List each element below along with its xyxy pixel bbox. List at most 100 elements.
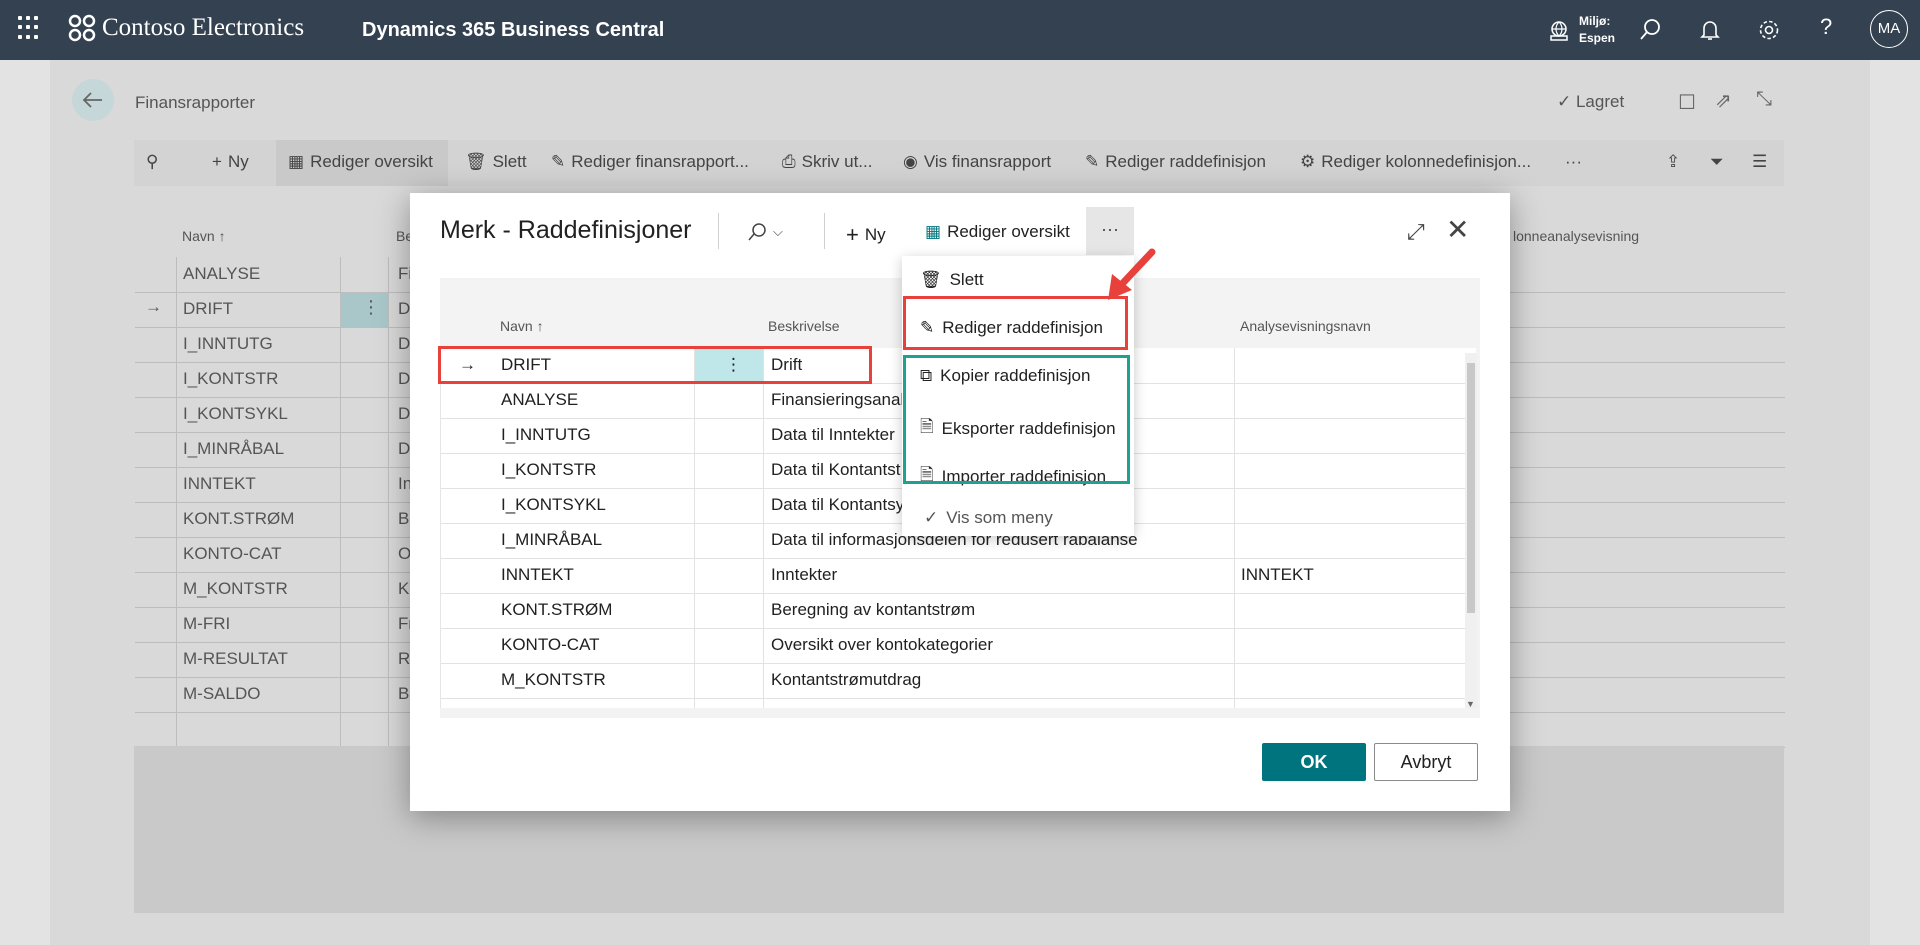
bell-icon[interactable] — [1698, 18, 1722, 42]
page-more-button[interactable]: ··· — [1565, 152, 1582, 172]
close-icon[interactable]: ✕ — [1446, 213, 1469, 246]
dialog-row-name: I_KONTSTR — [501, 460, 597, 479]
dialog-row-desc: Data til Kontantst — [771, 460, 901, 479]
help-icon[interactable]: ? — [1820, 14, 1832, 40]
menu-item-show-as-menu[interactable]: ✓ Vis som meny — [924, 508, 1053, 528]
dialog-row-desc: Data til Kontantsy — [771, 495, 905, 514]
page-edit-row-def-button[interactable]: ✎ Rediger raddefinisjon — [1085, 152, 1266, 172]
bookmark-icon[interactable]: ☐ — [1678, 90, 1696, 115]
environment-name: Espen — [1579, 31, 1616, 45]
avatar[interactable]: MA — [1870, 10, 1908, 48]
contoso-logo-icon — [68, 14, 96, 42]
pencil-icon: ✎ — [1085, 152, 1100, 171]
page-row-desc: D — [398, 439, 411, 458]
dialog-table-row[interactable]: M_KONTSTR Kontantstrømutdrag — [441, 663, 1476, 699]
search-icon — [748, 223, 766, 241]
environment-label[interactable]: Miljø: Espen — [1579, 13, 1615, 47]
dialog-table-row[interactable]: KONT.STRØM Beregning av kontantstrøm — [441, 593, 1476, 629]
dialog-row-name: I_INNTUTG — [501, 425, 591, 444]
dialog-col-desc[interactable]: Beskrivelse — [768, 318, 840, 334]
dialog-table-row[interactable]: INNTEKT Inntekter INNTEKT — [441, 558, 1476, 594]
eye-icon: ◉ — [903, 152, 918, 171]
dialog-edit-list-button[interactable]: ▦ Rediger oversikt — [925, 222, 1070, 242]
dialog-table-row[interactable]: KONTO-CAT Oversikt over kontokategorier — [441, 628, 1476, 664]
printer-icon: ⎙ — [782, 152, 796, 171]
page-row-name: I_MINRÅBAL — [183, 439, 285, 458]
page-col-name[interactable]: Navn ↑ — [182, 228, 226, 244]
top-bar: Contoso Electronics Dynamics 365 Busines… — [0, 0, 1920, 60]
page-edit-list-button[interactable]: ▦ Rediger oversikt — [288, 152, 433, 172]
dialog-row-name: KONTO-CAT — [501, 635, 600, 654]
page-search-icon[interactable]: ⚲ — [146, 152, 158, 172]
company-logo[interactable]: Contoso Electronics — [68, 14, 304, 42]
menu-item-delete[interactable]: 🗑 Slett — [920, 270, 984, 290]
page-edit-col-def-button[interactable]: ⚙ Rediger kolonnedefinisjon... — [1300, 152, 1531, 172]
saved-label: Lagret — [1575, 92, 1625, 111]
dialog-scrollbar-thumb[interactable] — [1467, 363, 1475, 613]
ok-button[interactable]: OK — [1262, 743, 1366, 781]
dialog-row-name: M_KONTSTR — [501, 670, 606, 689]
page-view-report-label: Vis finansrapport — [923, 152, 1052, 171]
page-print-button[interactable]: ⎙ Skriv ut... — [782, 152, 872, 172]
dialog-row-name: I_MINRÅBAL — [501, 530, 603, 549]
pencil-icon: ✎ — [551, 152, 566, 171]
page-title: Finansrapporter — [135, 93, 256, 112]
cancel-button[interactable]: Avbryt — [1374, 743, 1478, 781]
pointer-arrow-icon — [1108, 248, 1156, 300]
page-delete-button[interactable]: 🗑 Slett — [465, 152, 527, 172]
page-row-name: I_INNTUTG — [183, 334, 273, 353]
arrow-left-icon — [82, 92, 102, 108]
share-icon[interactable]: ⇪ — [1666, 152, 1680, 172]
menu-item-delete-label: Slett — [949, 270, 984, 289]
page-print-label: Skriv ut... — [801, 152, 873, 171]
plus-icon: + — [846, 222, 859, 247]
dialog-col-analysis[interactable]: Analysevisningsnavn — [1240, 318, 1371, 334]
dialog-edit-list-label: Rediger oversikt — [947, 222, 1070, 241]
list-view-icon[interactable]: ☰ — [1752, 152, 1767, 172]
divider — [718, 213, 719, 249]
environment-icon[interactable] — [1548, 20, 1570, 42]
page-row-name: M_KONTSTR — [183, 579, 288, 598]
dialog-row-name: ANALYSE — [501, 390, 579, 409]
dialog-row-name: INNTEKT — [501, 565, 574, 584]
open-new-window-icon[interactable]: ⇗ — [1715, 88, 1732, 113]
page-delete-label: Slett — [492, 152, 527, 171]
page-edit-list-label: Rediger oversikt — [310, 152, 433, 171]
page-row-name: DRIFT — [183, 299, 234, 318]
gear-icon[interactable] — [1757, 18, 1781, 42]
dialog-row-name: M-FRI — [501, 705, 548, 708]
search-icon[interactable] — [1638, 18, 1662, 42]
page-edit-report-button[interactable]: ✎ Rediger finansrapport... — [551, 152, 749, 172]
filter-icon[interactable]: ⏷ — [1710, 152, 1724, 172]
page-edit-report-label: Rediger finansrapport... — [571, 152, 749, 171]
page-row-name: I_KONTSYKL — [183, 404, 288, 423]
plus-icon: + — [212, 152, 222, 171]
edit-row-def-highlight — [903, 296, 1128, 350]
dialog-search-button[interactable]: ⌵ — [747, 222, 783, 242]
page-view-report-button[interactable]: ◉ Vis finansrapport — [903, 152, 1051, 172]
app-launcher-icon[interactable] — [18, 16, 42, 40]
check-icon: ✓ — [924, 508, 939, 527]
page-row-name: KONTO-CAT — [183, 544, 282, 563]
collapse-icon[interactable]: ⤡ — [1756, 88, 1772, 111]
dialog-row-analysis: INNTEKT — [1241, 565, 1314, 584]
expand-icon[interactable]: ⤢ — [1407, 219, 1425, 245]
dialog-new-button[interactable]: + Ny — [846, 222, 886, 248]
page-row-name: M-RESULTAT — [183, 649, 288, 668]
page-col-analysis[interactable]: lonneanalysevisning — [1513, 228, 1639, 244]
menu-item-show-as-menu-label: Vis som meny — [946, 508, 1053, 527]
page-row-name: M-SALDO — [183, 684, 261, 703]
page-new-button[interactable]: + Ny — [212, 152, 249, 172]
dialog-col-name[interactable]: Navn ↑ — [500, 318, 544, 334]
page-row-desc: D — [398, 404, 411, 423]
drift-row-highlight — [438, 346, 872, 384]
scroll-down-icon[interactable]: ▼ — [1466, 699, 1475, 709]
page-row-name: M-FRI — [183, 614, 231, 633]
edit-columns-icon: ⚙ — [1300, 152, 1316, 171]
saved-status: ✓ Lagret — [1557, 92, 1625, 111]
dialog-table-row[interactable]: M-FRI Fri egenkapital — [441, 698, 1476, 708]
page-row-name: ANALYSE — [183, 264, 261, 283]
page-new-label: Ny — [227, 152, 249, 171]
back-button[interactable] — [72, 79, 114, 121]
dialog-row-desc: Beregning av kontantstrøm — [771, 600, 976, 619]
